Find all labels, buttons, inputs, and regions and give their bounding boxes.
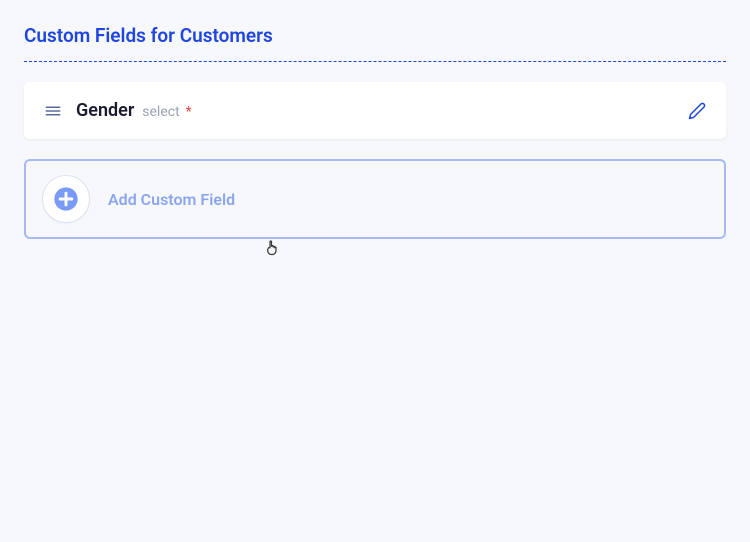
field-type: select bbox=[142, 104, 179, 120]
add-custom-field-button[interactable]: Add Custom Field bbox=[24, 159, 726, 239]
edit-icon[interactable] bbox=[688, 102, 706, 120]
add-icon-circle bbox=[42, 175, 90, 223]
add-custom-field-label: Add Custom Field bbox=[108, 190, 235, 209]
custom-field-row: Gender select * bbox=[24, 82, 726, 139]
field-name: Gender bbox=[76, 100, 134, 121]
cursor-pointer-icon bbox=[264, 238, 282, 260]
required-indicator: * bbox=[186, 104, 192, 120]
field-row-left: Gender select * bbox=[44, 100, 192, 121]
drag-handle-icon[interactable] bbox=[44, 102, 62, 120]
plus-circle-icon bbox=[52, 185, 80, 213]
page-title: Custom Fields for Customers bbox=[24, 24, 726, 62]
